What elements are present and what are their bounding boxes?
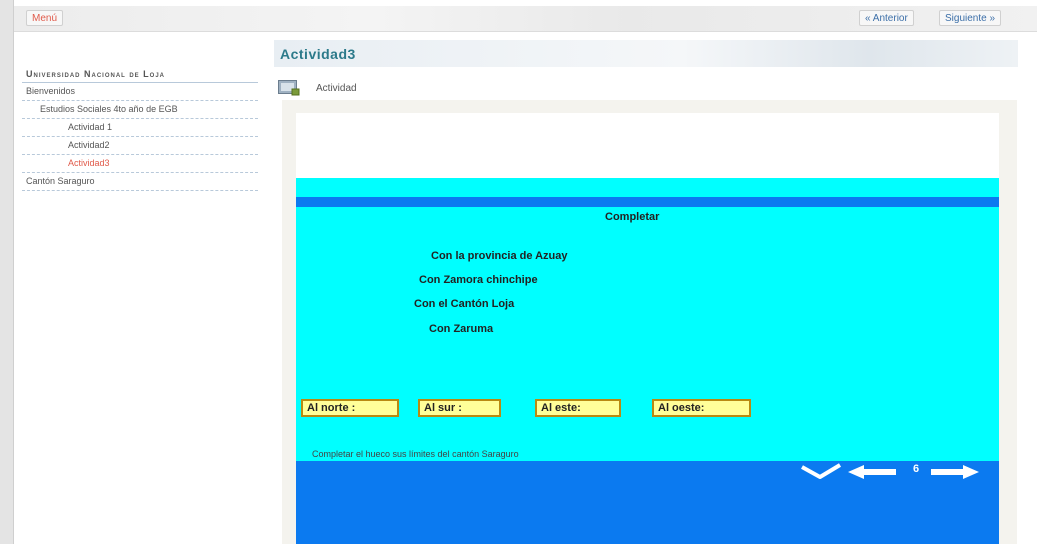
page-header: Actividad3 [274,40,1018,67]
sidebar-item-actividad-1[interactable]: Actividad 1 [22,119,258,137]
drop-target-south[interactable]: Al sur : [418,399,501,417]
page-title: Actividad3 [280,46,356,62]
top-toolbar: Menú « Anterior Siguiente » [14,6,1037,32]
page-number: 6 [913,463,920,475]
activity-icon [278,80,300,96]
next-button[interactable]: Siguiente » [939,10,1002,26]
instruction-text: Completar el hueco sus límites del cantó… [312,449,519,459]
drop-target-west[interactable]: Al oeste: [652,399,751,417]
drop-target-east[interactable]: Al este: [535,399,621,417]
sidebar-item-estudios-sociales[interactable]: Estudios Sociales 4to año de EGB [22,101,258,119]
arrow-left-icon[interactable] [846,464,898,480]
arrow-right-icon[interactable] [929,464,981,480]
activity-label: Actividad [316,83,357,94]
check-icon[interactable] [800,463,842,479]
draggable-option-azuay[interactable]: Con la provincia de Azuay [431,250,568,262]
sidebar-item-actividad-2[interactable]: Actividad2 [22,137,258,155]
sidebar: Universidad Nacional de Loja Bienvenidos… [22,68,258,191]
draggable-option-zamora[interactable]: Con Zamora chinchipe [419,274,538,286]
menu-button[interactable]: Menú [26,10,64,26]
sidebar-item-bienvenidos[interactable]: Bienvenidos [22,83,258,101]
drop-target-north[interactable]: Al norte : [301,399,399,417]
activity-heading: Completar [605,211,660,223]
sidebar-title: Universidad Nacional de Loja [22,68,258,83]
draggable-option-loja[interactable]: Con el Cantón Loja [414,298,514,310]
activity-blue-strip [296,197,999,207]
sidebar-item-actividad-3[interactable]: Actividad3 [22,155,258,173]
sidebar-item-canton-saraguro[interactable]: Cantón Saraguro [22,173,258,191]
activity-top-blank [296,113,999,178]
previous-button[interactable]: « Anterior [859,10,914,26]
left-edge-stripe [0,0,14,544]
draggable-option-zaruma[interactable]: Con Zaruma [429,323,493,335]
